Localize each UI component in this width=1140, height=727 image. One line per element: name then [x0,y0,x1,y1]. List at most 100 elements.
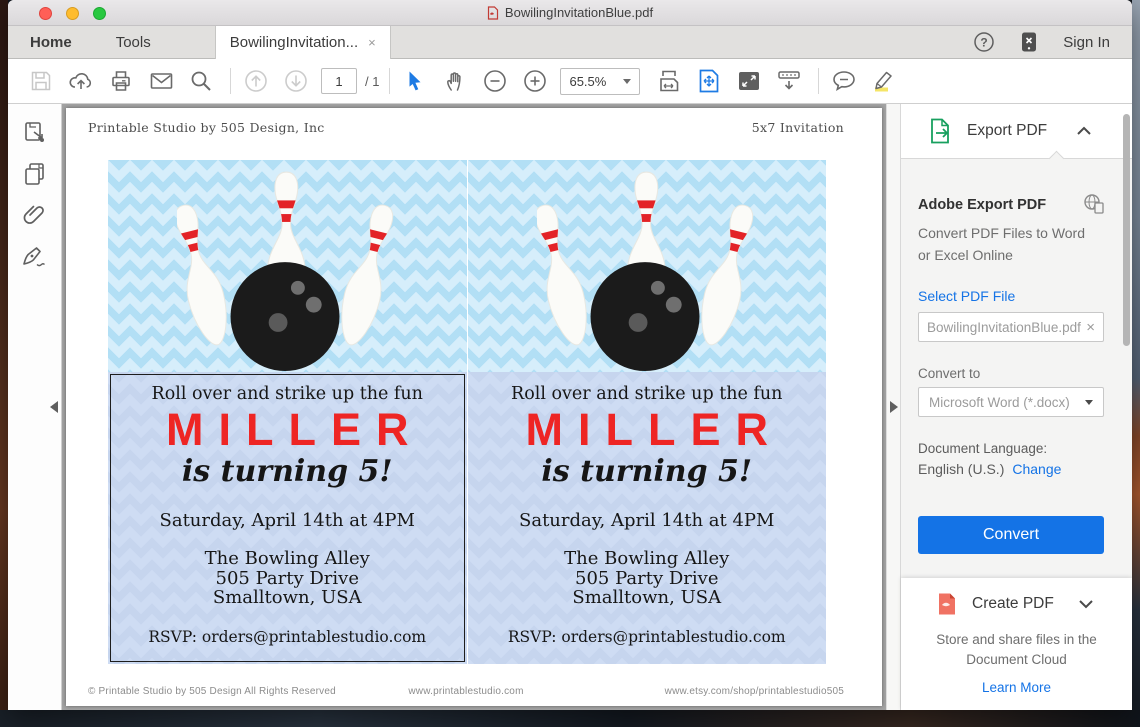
attachments-icon[interactable] [22,202,48,228]
desktop-wallpaper-bottom [0,710,1140,727]
scroll-mode-icon[interactable] [776,69,802,93]
document-view[interactable]: Printable Studio by 505 Design, Inc 5x7 … [62,104,886,710]
invite-rsvp: RSVP: orders@printablestudio.com [148,627,427,646]
convert-format-dropdown[interactable]: Microsoft Word (*.docx) [918,387,1104,418]
invite-datetime: Saturday, April 14th at 4PM [519,510,775,532]
left-tool-rail [8,104,62,710]
chevron-down-icon[interactable] [1078,599,1094,609]
chevron-background [467,160,826,372]
chevron-background [108,160,467,372]
select-tool-icon[interactable] [403,69,427,93]
bowling-pins-graphic [177,166,397,372]
tools-panel: Export PDF Adobe Export PDF Convert PDF … [900,104,1132,710]
invite-venue: The Bowling Alley 505 Party Drive Smallt… [564,548,730,609]
page-total-label: / 1 [365,73,380,89]
save-icon[interactable] [30,70,52,92]
convert-to-label: Convert to [918,366,981,382]
sign-in-button[interactable]: Sign In [1063,34,1110,51]
chevron-up-icon[interactable] [1076,126,1092,136]
invite-tagline: Roll over and strike up the fun [511,384,783,404]
fit-width-icon[interactable] [656,68,682,94]
right-panel-strip [886,104,900,710]
close-window-button[interactable] [39,7,52,20]
create-pdf-section: Create PDF Store and share files in the … [901,578,1132,710]
invite-venue: The Bowling Alley 505 Party Drive Smallt… [204,548,370,609]
invitation-card-left: Roll over and strike up the fun MILLER i… [108,160,467,664]
create-pdf-icon [939,593,955,615]
document-cloud-description: Store and share files in the Document Cl… [936,632,1097,668]
fit-page-icon[interactable] [697,68,721,94]
zoom-out-icon[interactable] [482,68,508,94]
next-page-icon[interactable] [283,68,309,94]
invitation-text-block: Roll over and strike up the fun MILLER i… [108,372,467,664]
invitation-text-block: Roll over and strike up the fun MILLER i… [467,372,826,664]
chevron-down-icon [1085,399,1093,405]
export-pdf-body: Adobe Export PDF Convert PDF Files to Wo… [901,159,1132,477]
invite-datetime: Saturday, April 14th at 4PM [159,510,415,532]
share-cloud-icon[interactable] [68,69,94,93]
create-pdf-header[interactable]: Create PDF [901,591,1132,617]
export-pdf-header[interactable]: Export PDF [901,104,1132,159]
highlight-icon[interactable] [871,68,897,94]
fill-sign-icon[interactable] [21,243,49,269]
chevron-down-icon [623,78,632,84]
invite-name: MILLER [166,404,424,455]
hand-tool-icon[interactable] [443,69,467,93]
page-header-right: 5x7 Invitation [751,120,844,135]
online-service-icon [1084,194,1104,214]
tab-home[interactable]: Home [8,26,94,58]
collapse-right-panel-icon[interactable] [890,401,898,413]
print-icon[interactable] [109,69,133,93]
svg-text:?: ? [981,36,988,50]
selected-file-field[interactable]: BowilingInvitationBlue.pdf × [918,312,1104,343]
select-pdf-file-link[interactable]: Select PDF File [918,288,1104,304]
tab-tools[interactable]: Tools [94,26,173,58]
page-footer: www.printablestudio.com © Printable Stud… [88,686,844,697]
document-language-label: Document Language: [918,441,1048,457]
tab-document[interactable]: BowilingInvitation... × [214,26,391,59]
collapse-left-panel-icon[interactable] [50,401,58,413]
help-icon[interactable]: ? [973,31,995,53]
bowling-pins-graphic [537,166,757,372]
fullscreen-icon[interactable] [737,70,761,92]
page-footer-center: www.printablestudio.com [408,686,524,697]
zoom-level-dropdown[interactable]: 65.5% [560,67,641,95]
toolbar: / 1 65.5% [8,59,1132,104]
window-title: BowilingInvitationBlue.pdf [487,5,653,20]
tab-bar: Home Tools BowilingInvitation... × ? Sig… [8,26,1132,59]
export-page-icon[interactable] [22,120,48,146]
convert-button[interactable]: Convert [918,516,1104,554]
desktop-wallpaper-right [1132,0,1140,727]
mobile-device-icon[interactable] [1019,31,1039,53]
invitation-sheet: Roll over and strike up the fun MILLER i… [108,160,826,664]
export-pdf-icon [931,118,949,144]
close-tab-icon[interactable]: × [368,35,376,50]
desktop-wallpaper-left [0,0,8,727]
export-description: Convert PDF Files to Word or Excel Onlin… [918,225,1086,263]
zoom-in-icon[interactable] [522,68,548,94]
comment-icon[interactable] [831,69,857,93]
invite-tagline: Roll over and strike up the fun [151,384,423,404]
language-value: English (U.S.) [918,461,1005,478]
remove-file-icon[interactable]: × [1086,319,1095,336]
invite-subtitle: is turning 5! [541,454,753,490]
email-icon[interactable] [149,70,174,92]
page-thumbnails-icon[interactable] [22,161,48,187]
adobe-export-title: Adobe Export PDF [918,197,1047,213]
language-row: English (U.S.) Change [918,461,1104,477]
page-header-left: Printable Studio by 505 Design, Inc [88,120,325,135]
invite-subtitle: is turning 5! [181,454,393,490]
previous-page-icon[interactable] [243,68,269,94]
invitation-card-right: Roll over and strike up the fun MILLER i… [467,160,826,664]
pdf-file-icon [487,5,499,20]
page-number-input[interactable] [321,68,357,94]
zoom-window-button[interactable] [93,7,106,20]
pdf-page: Printable Studio by 505 Design, Inc 5x7 … [66,108,882,706]
change-language-link[interactable]: Change [1012,461,1061,477]
minimize-window-button[interactable] [66,7,79,20]
learn-more-link[interactable]: Learn More [901,680,1132,695]
acrobat-window: BowilingInvitationBlue.pdf Home Tools Bo… [8,0,1132,710]
invite-name: MILLER [525,404,783,455]
search-icon[interactable] [189,69,213,93]
panel-scrollbar[interactable] [1123,114,1130,346]
